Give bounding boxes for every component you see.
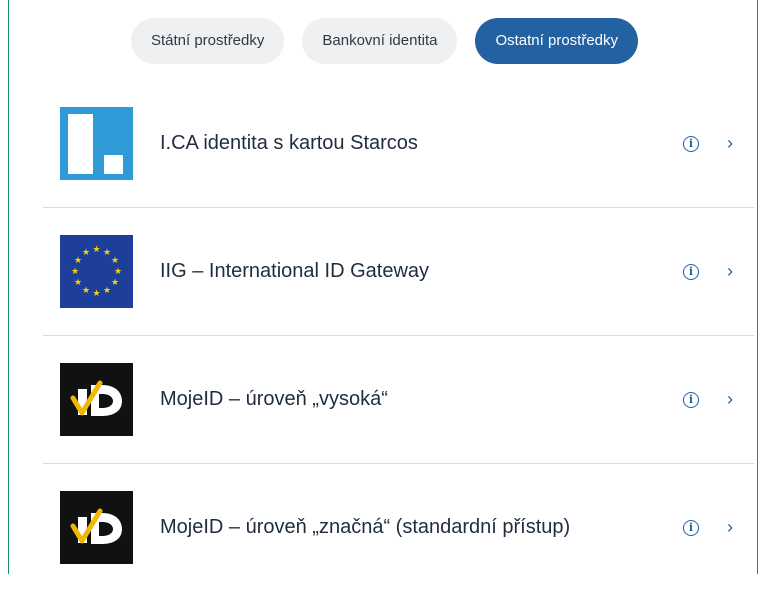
svg-text:★: ★ [103,248,111,258]
provider-list: I.CA identita s kartou Starcos i › ★ ★ ★… [43,80,754,591]
svg-text:★: ★ [92,245,100,255]
info-icon[interactable]: i [683,136,699,152]
chevron-right-icon: › [727,517,733,537]
chevron-right-icon: › [727,261,733,281]
svg-text:★: ★ [103,286,111,296]
info-icon[interactable]: i [683,264,699,280]
info-icon[interactable]: i [683,520,699,536]
svg-text:★: ★ [74,256,82,266]
tab-statni-prostredky[interactable]: Státní prostředky [130,18,285,64]
svg-text:★: ★ [74,278,82,288]
ica-logo [60,107,133,180]
tab-bankovni-identita[interactable]: Bankovní identita [302,18,458,64]
identity-tabs: Státní prostředky Bankovní identita Osta… [0,18,769,64]
svg-text:★: ★ [114,267,122,277]
chevron-right-icon: › [727,133,733,153]
tab-ostatni-prostredky[interactable]: Ostatní prostředky [475,18,639,64]
eu-flag-logo: ★ ★ ★ ★ ★ ★ ★ ★ ★ ★ ★ ★ [60,235,133,308]
info-icon[interactable]: i [683,392,699,408]
provider-label: IIG – International ID Gateway [160,260,430,282]
svg-text:★: ★ [111,278,119,288]
mojeid-logo [60,363,133,436]
provider-item-iig[interactable]: ★ ★ ★ ★ ★ ★ ★ ★ ★ ★ ★ ★ IIG – Internatio… [43,208,754,336]
chevron-right-icon: › [727,389,733,409]
svg-text:★: ★ [71,267,79,277]
provider-label: MojeID – úroveň „vysoká“ [160,388,388,410]
provider-label: I.CA identita s kartou Starcos [160,132,418,154]
svg-text:★: ★ [82,248,90,258]
provider-item-ica[interactable]: I.CA identita s kartou Starcos i › [43,80,754,208]
provider-item-mojeid-vysoka[interactable]: MojeID – úroveň „vysoká“ i › [43,336,754,464]
svg-text:★: ★ [92,289,100,299]
svg-text:★: ★ [82,286,90,296]
mojeid-logo [60,491,133,564]
svg-text:★: ★ [111,256,119,266]
